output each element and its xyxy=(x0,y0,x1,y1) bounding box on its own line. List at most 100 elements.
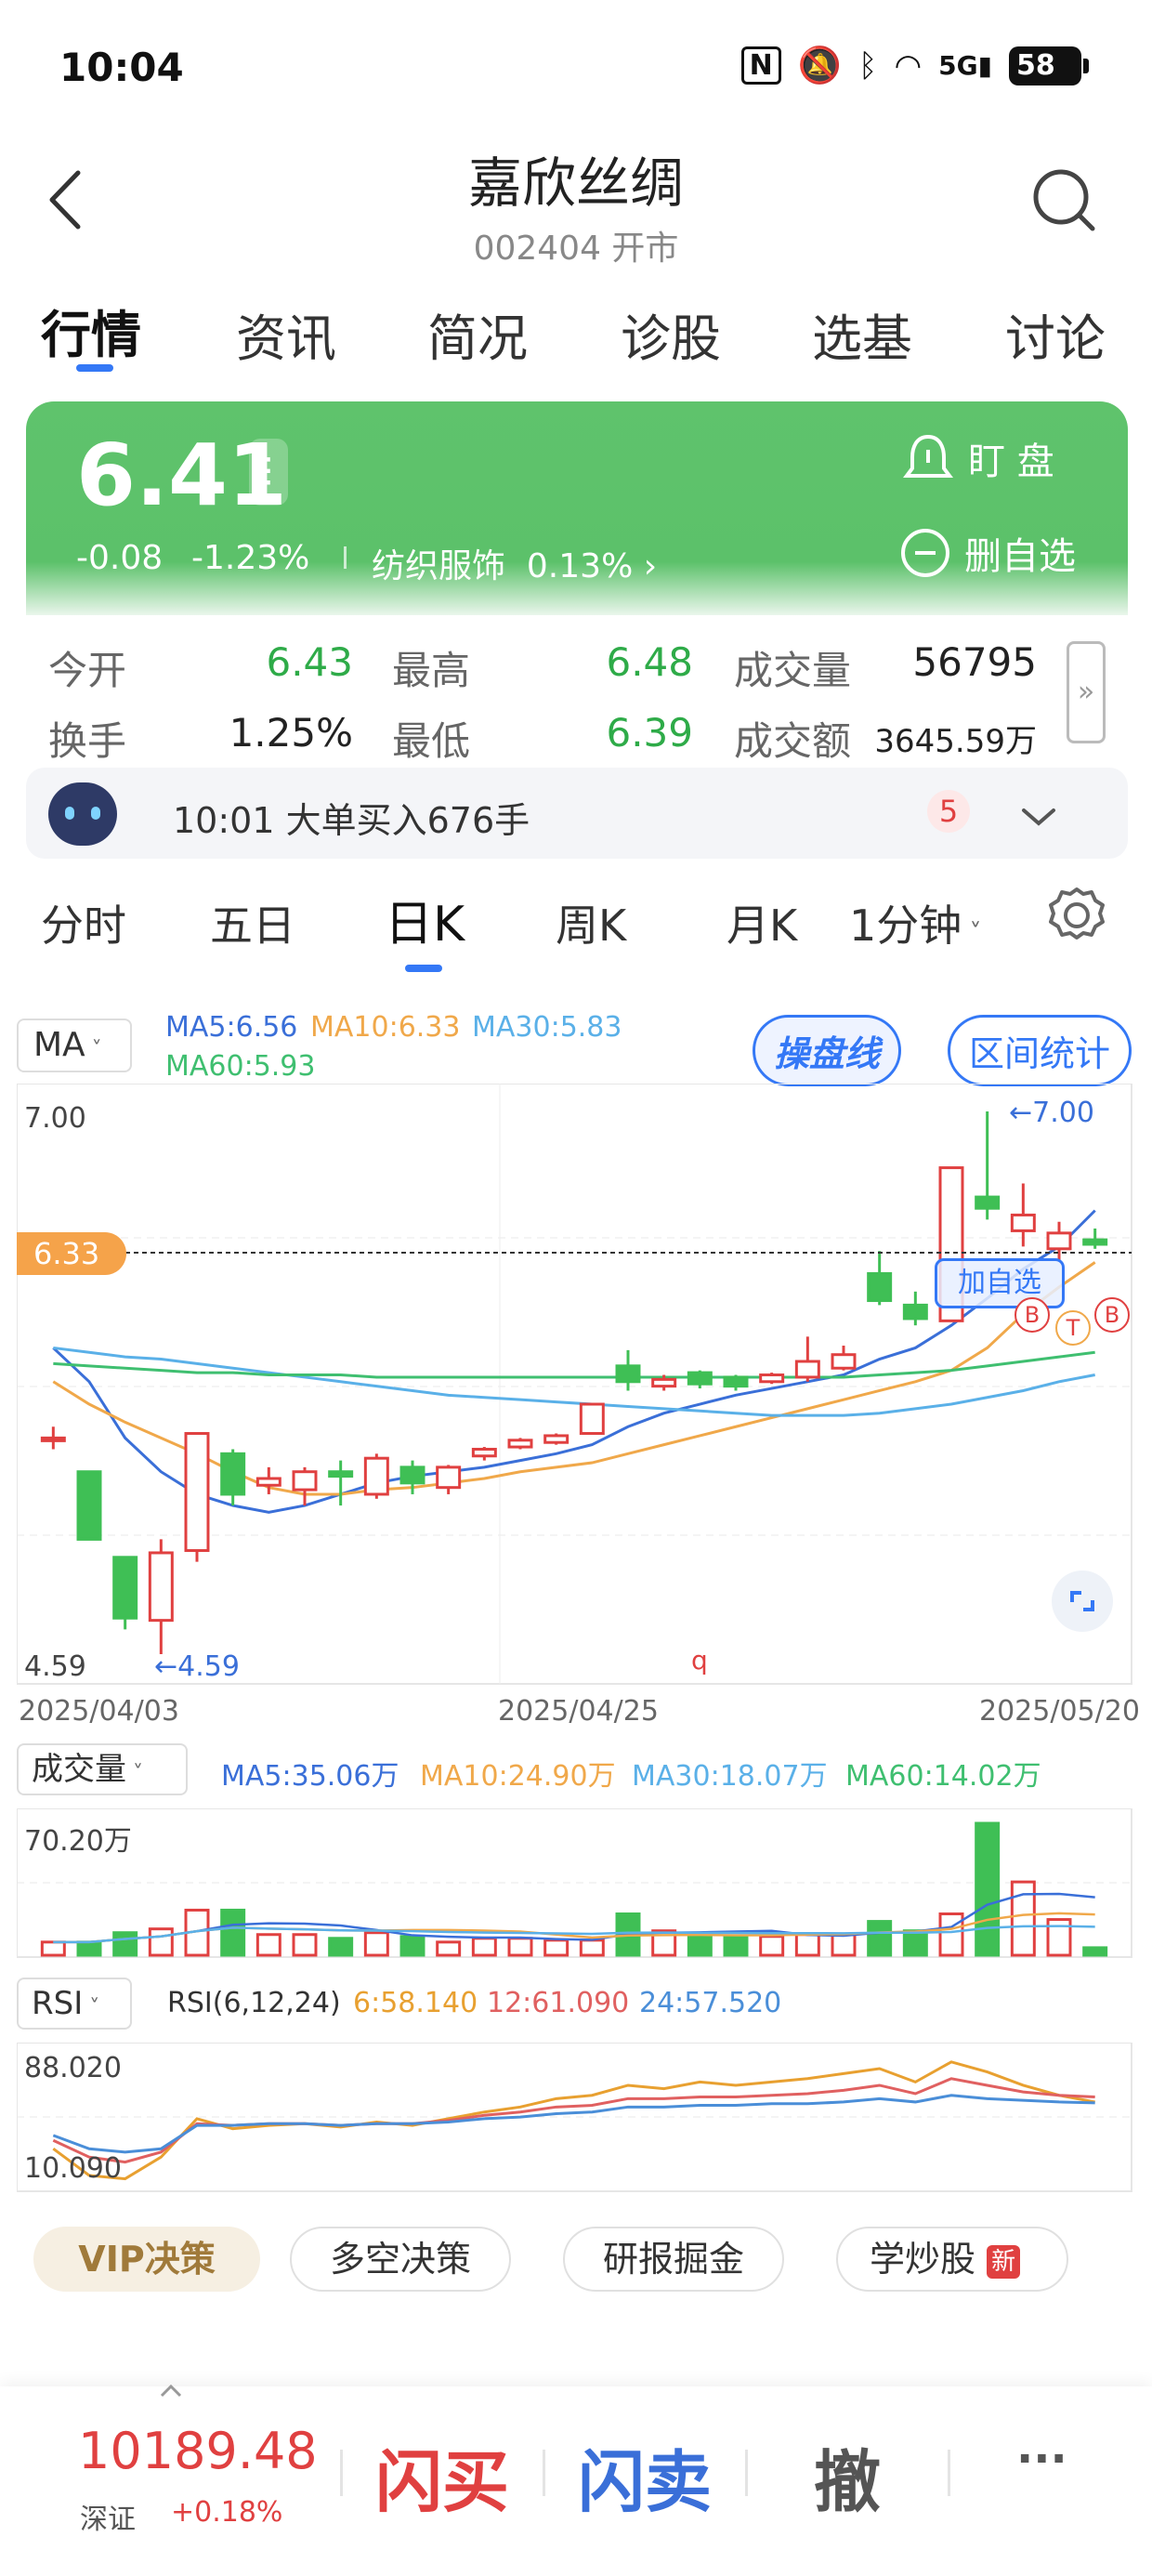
watch-label: 盯 盘 xyxy=(968,440,1054,483)
candle-body xyxy=(975,1195,1001,1210)
volume-bar xyxy=(759,1935,785,1957)
trading-line-button[interactable]: 操盘线 xyxy=(753,1015,902,1086)
ma-selector[interactable]: MA ˅ xyxy=(17,1019,132,1072)
index-name: 深证 xyxy=(80,2504,136,2536)
volume-bar xyxy=(1082,1946,1108,1957)
tab-funds[interactable]: 选基 xyxy=(812,297,912,371)
rsi-chart[interactable] xyxy=(17,2043,1135,2195)
tab-profile[interactable]: 简况 xyxy=(427,297,528,371)
chip-learn-label: 学炒股 xyxy=(870,2239,976,2280)
remove-watchlist-button[interactable]: 删自选 xyxy=(899,526,1076,580)
candle-body xyxy=(831,1353,857,1370)
search-icon[interactable] xyxy=(1029,165,1098,236)
sector-link[interactable]: 纺织服饰 0.13% › xyxy=(372,539,657,587)
period-monthly[interactable]: 月K xyxy=(727,892,797,953)
flash-sell-button[interactable]: 闪卖 xyxy=(578,2427,712,2525)
candle-body xyxy=(184,1432,210,1553)
candle-body xyxy=(399,1465,425,1485)
more-icon[interactable]: ··· xyxy=(1016,2433,1067,2485)
high-marker: ←7.00 xyxy=(1009,1097,1094,1129)
candle-body xyxy=(1010,1213,1036,1232)
candle-body xyxy=(471,1447,497,1458)
candle-body xyxy=(76,1470,102,1541)
candle-body xyxy=(292,1470,318,1492)
stock-name: 嘉欣丝绸 xyxy=(467,151,684,215)
volume-bar xyxy=(220,1908,246,1957)
vol-ma60: MA60:14.02万 xyxy=(845,1760,1041,1793)
candle-body xyxy=(112,1556,138,1620)
rsi-line-rsi12 xyxy=(52,2077,1095,2164)
rsi-selector[interactable]: RSI ˅ xyxy=(17,1978,132,2030)
divider xyxy=(543,2450,545,2496)
expand-stats-icon[interactable]: » xyxy=(1067,641,1106,743)
volume-bar xyxy=(112,1931,138,1957)
period-intraday[interactable]: 分时 xyxy=(41,892,126,953)
candle-body xyxy=(148,1551,174,1623)
range-stats-button[interactable]: 区间统计 xyxy=(948,1015,1132,1086)
rsi-max-label: 88.020 xyxy=(24,2052,122,2084)
candle-body xyxy=(1046,1231,1072,1251)
watch-button[interactable]: 盯 盘 xyxy=(901,431,1054,485)
volume-bar xyxy=(794,1933,820,1957)
ticker-count-badge: 5 xyxy=(927,790,970,833)
candle-body xyxy=(40,1436,66,1442)
divider xyxy=(344,546,347,569)
candle-body xyxy=(867,1271,893,1303)
low-value: 6.39 xyxy=(606,710,693,756)
tab-market[interactable]: 行情 xyxy=(41,294,141,367)
rsi-line-rsi6 xyxy=(52,2060,1095,2181)
mute-icon: 🔕 xyxy=(797,45,843,85)
candle-body xyxy=(543,1434,569,1444)
sector-pct: 0.13% xyxy=(526,547,634,585)
period-5day[interactable]: 五日 xyxy=(210,892,295,953)
volume-bar xyxy=(363,1931,389,1957)
turnover-label: 换手 xyxy=(48,718,127,764)
volume-selector-label: 成交量 xyxy=(32,1751,126,1788)
volume-label: 成交量 xyxy=(734,648,852,693)
tab-discuss[interactable]: 讨论 xyxy=(1005,297,1106,371)
tab-diagnosis[interactable]: 诊股 xyxy=(621,297,721,371)
low-label: 最低 xyxy=(392,718,471,764)
open-value: 6.43 xyxy=(266,639,353,685)
add-watchlist-tip[interactable]: 加自选 xyxy=(935,1258,1065,1308)
volume-selector[interactable]: 成交量 ˅ xyxy=(17,1743,188,1795)
period-daily[interactable]: 日K xyxy=(385,885,465,954)
cancel-order-button[interactable]: 撤 xyxy=(814,2427,881,2525)
candle-body xyxy=(687,1371,713,1386)
period-weekly[interactable]: 周K xyxy=(556,892,626,953)
candle-body xyxy=(328,1470,354,1479)
amount-value: 3645.59万 xyxy=(874,723,1037,760)
candle-body xyxy=(723,1375,749,1388)
settings-gear-icon[interactable] xyxy=(1046,885,1107,946)
rsi-selector-label: RSI xyxy=(32,1985,84,2022)
fullscreen-icon[interactable] xyxy=(1052,1571,1113,1632)
volume-chart[interactable] xyxy=(17,1808,1135,1961)
price-change: -0.08 xyxy=(76,539,164,577)
ma30-value: MA30:5.83 xyxy=(472,1011,622,1044)
caret-down-icon: ˅ xyxy=(962,919,982,947)
chevron-up-icon[interactable] xyxy=(158,2383,184,2399)
index-value[interactable]: 10189.48 xyxy=(78,2422,318,2480)
tab-news[interactable]: 资讯 xyxy=(236,297,336,371)
chip-research[interactable]: 研报掘金 xyxy=(563,2227,784,2292)
chevron-down-icon[interactable] xyxy=(1018,805,1059,831)
price-change-pct: -1.23% xyxy=(191,539,310,577)
volume-bar xyxy=(1046,1918,1072,1957)
chip-vip-decision[interactable]: VIP决策 xyxy=(33,2227,260,2292)
price-tag: 6.33 xyxy=(17,1232,126,1275)
buy-signal-icon: B xyxy=(1015,1297,1050,1333)
flash-buy-button[interactable]: 闪买 xyxy=(375,2427,509,2525)
period-1min[interactable]: 1分钟 ˅ xyxy=(849,892,982,953)
more-dots-icon[interactable]: ⋮ xyxy=(249,439,288,506)
caret-down-icon: ˅ xyxy=(126,1762,143,1785)
main-tabs: 行情 资讯 简况 诊股 选基 讨论 xyxy=(0,288,1152,381)
kline-chart[interactable] xyxy=(17,1084,1135,1688)
battery-icon: 58 xyxy=(1009,46,1089,85)
chip-bull-bear[interactable]: 多空决策 xyxy=(290,2227,511,2292)
chip-learn[interactable]: 学炒股 新 xyxy=(836,2227,1068,2292)
status-time: 10:04 xyxy=(59,45,184,90)
divider xyxy=(340,2450,343,2496)
volume-bar xyxy=(436,1940,462,1957)
amount-label: 成交额 xyxy=(734,718,852,764)
period-active-indicator xyxy=(405,965,442,972)
